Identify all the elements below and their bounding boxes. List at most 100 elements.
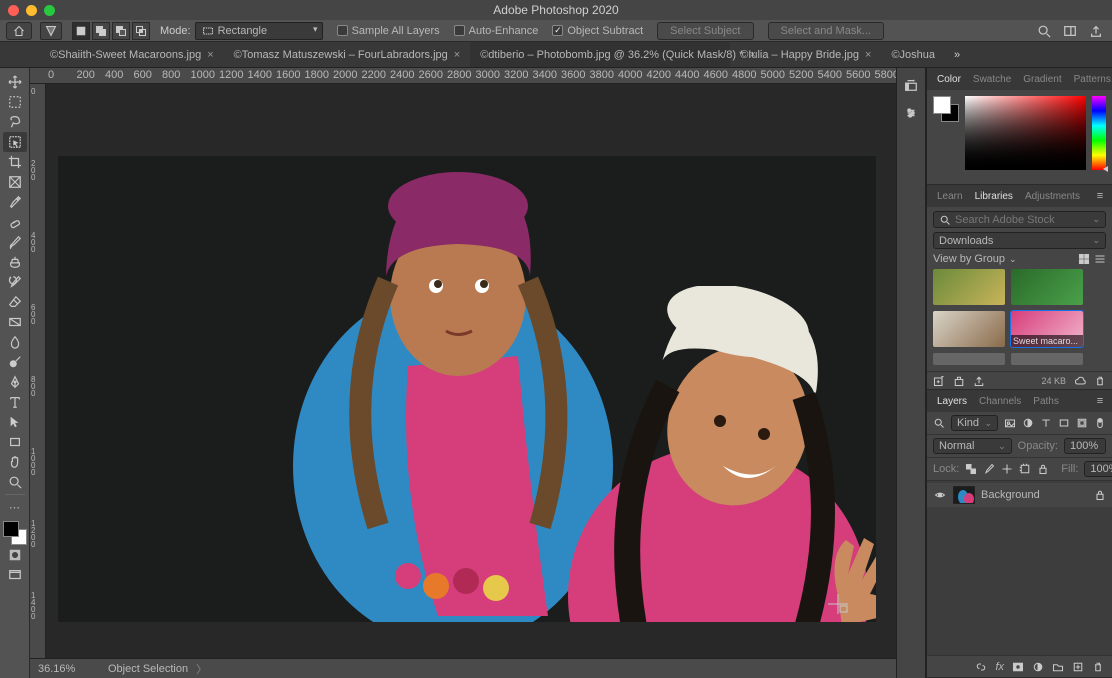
blur-tool[interactable] (3, 332, 27, 352)
fill-input[interactable]: 100%⌄ (1084, 461, 1112, 477)
trash-icon[interactable] (1092, 661, 1104, 673)
horizontal-ruler[interactable]: 0200400600800100012001400160018002000220… (30, 68, 896, 84)
selection-new-icon[interactable] (72, 22, 90, 40)
lasso-tool[interactable] (3, 112, 27, 132)
filter-smart-icon[interactable] (1076, 417, 1088, 429)
cloud-icon[interactable] (1074, 375, 1086, 387)
layer-row[interactable]: Background (927, 483, 1112, 507)
quick-mask-toggle[interactable] (3, 545, 27, 565)
workspace-switcher-icon[interactable] (1060, 22, 1080, 40)
color-swatch[interactable] (3, 521, 27, 545)
fullscreen-window-button[interactable] (44, 5, 55, 16)
brush-tool[interactable] (3, 232, 27, 252)
color-picker[interactable] (927, 90, 1112, 184)
lock-all-icon[interactable] (1037, 463, 1049, 475)
panel-menu-icon[interactable]: ≡ (1092, 190, 1108, 202)
library-view-mode[interactable]: View by Group⌄ (933, 253, 1106, 265)
new-layer-icon[interactable] (1072, 661, 1084, 673)
visibility-icon[interactable] (933, 488, 947, 502)
minimize-window-button[interactable] (26, 5, 37, 16)
tab-channels[interactable]: Channels (973, 393, 1027, 410)
selection-intersect-icon[interactable] (132, 22, 150, 40)
trash-icon[interactable] (1094, 375, 1106, 387)
chevron-down-icon[interactable]: ⌄ (1092, 214, 1100, 225)
lock-icon[interactable] (1094, 489, 1106, 501)
adjustment-layer-icon[interactable] (1032, 661, 1044, 673)
eyedropper-tool[interactable] (3, 192, 27, 212)
filter-type-icon[interactable] (1040, 417, 1052, 429)
vertical-ruler[interactable]: 0200400600800100012001400 (30, 84, 46, 658)
hand-tool[interactable] (3, 452, 27, 472)
screen-mode-toggle[interactable] (3, 565, 27, 585)
type-tool[interactable] (3, 392, 27, 412)
healing-brush-tool[interactable] (3, 212, 27, 232)
properties-panel-icon[interactable] (900, 102, 922, 124)
layer-style-icon[interactable]: fx (995, 661, 1004, 673)
close-icon[interactable]: × (865, 49, 871, 61)
pen-tool[interactable] (3, 372, 27, 392)
upload-icon[interactable] (973, 375, 985, 387)
selection-subtract-icon[interactable] (112, 22, 130, 40)
history-brush-tool[interactable] (3, 272, 27, 292)
opacity-input[interactable]: 100%⌄ (1064, 438, 1106, 454)
filter-pixel-icon[interactable] (1004, 417, 1016, 429)
tab-patterns[interactable]: Patterns (1068, 71, 1112, 88)
mode-select[interactable]: Rectangle (195, 22, 323, 40)
status-menu-icon[interactable]: 〉 (196, 661, 207, 677)
layer-list[interactable]: Background (927, 481, 1112, 655)
move-tool[interactable] (3, 72, 27, 92)
tab-libraries[interactable]: Libraries (969, 188, 1019, 205)
saturation-value-field[interactable] (965, 96, 1086, 170)
lock-transparency-icon[interactable] (965, 463, 977, 475)
sample-all-layers-checkbox[interactable]: Sample All Layers (337, 25, 440, 37)
document-tab[interactable]: ©Tomasz Matuszewski – FourLabradors.jpg× (224, 42, 471, 67)
grid-view-icon[interactable] (1078, 253, 1090, 265)
document-tab[interactable]: ©Shaiith-Sweet Macaroons.jpg× (40, 42, 224, 67)
object-selection-tool[interactable] (3, 132, 27, 152)
select-subject-button[interactable]: Select Subject (657, 22, 753, 40)
frame-tool[interactable] (3, 172, 27, 192)
crop-tool[interactable] (3, 152, 27, 172)
tab-learn[interactable]: Learn (931, 188, 969, 205)
selection-add-icon[interactable] (92, 22, 110, 40)
edit-toolbar-icon[interactable]: ⋯ (3, 497, 27, 517)
zoom-level[interactable]: 36.16% (38, 663, 98, 675)
tab-adjustments[interactable]: Adjustments (1019, 188, 1086, 205)
filter-toggle-icon[interactable] (1094, 417, 1106, 429)
tab-swatches[interactable]: Swatche (967, 71, 1017, 88)
filter-shape-icon[interactable] (1058, 417, 1070, 429)
layer-thumbnail[interactable] (953, 486, 975, 504)
search-icon[interactable] (1034, 22, 1054, 40)
library-item-selected[interactable]: Sweet macaro... (1011, 311, 1083, 347)
group-icon[interactable] (1052, 661, 1064, 673)
tab-layers[interactable]: Layers (931, 393, 973, 410)
tabs-overflow-icon[interactable]: » (945, 42, 969, 67)
select-and-mask-button[interactable]: Select and Mask... (768, 22, 885, 40)
tab-gradients[interactable]: Gradient (1017, 71, 1067, 88)
eraser-tool[interactable] (3, 292, 27, 312)
layer-mask-icon[interactable] (1012, 661, 1024, 673)
canvas[interactable] (46, 84, 896, 658)
history-panel-icon[interactable] (900, 74, 922, 96)
hue-slider[interactable] (1092, 96, 1106, 170)
close-icon[interactable]: × (454, 49, 460, 61)
document-tab[interactable]: ©Iulia – Happy Bride.jpg× (730, 42, 881, 67)
zoom-tool[interactable] (3, 472, 27, 492)
library-item[interactable] (933, 311, 1005, 347)
gradient-tool[interactable] (3, 312, 27, 332)
filter-adjustment-icon[interactable] (1022, 417, 1034, 429)
clone-stamp-tool[interactable] (3, 252, 27, 272)
object-subtract-checkbox[interactable]: Object Subtract (552, 25, 643, 37)
marquee-tool[interactable] (3, 92, 27, 112)
link-layers-icon[interactable] (975, 661, 987, 673)
auto-enhance-checkbox[interactable]: Auto-Enhance (454, 25, 539, 37)
list-view-icon[interactable] (1094, 253, 1106, 265)
library-item[interactable] (933, 269, 1005, 305)
tab-color[interactable]: Color (931, 71, 967, 88)
layer-name[interactable]: Background (981, 489, 1040, 501)
document-tab-active[interactable]: ©dtiberio – Photobomb.jpg @ 36.2% (Quick… (470, 42, 730, 67)
lock-artboard-icon[interactable] (1019, 463, 1031, 475)
shape-tool[interactable] (3, 432, 27, 452)
close-icon[interactable]: × (207, 49, 213, 61)
home-button[interactable] (6, 22, 32, 40)
